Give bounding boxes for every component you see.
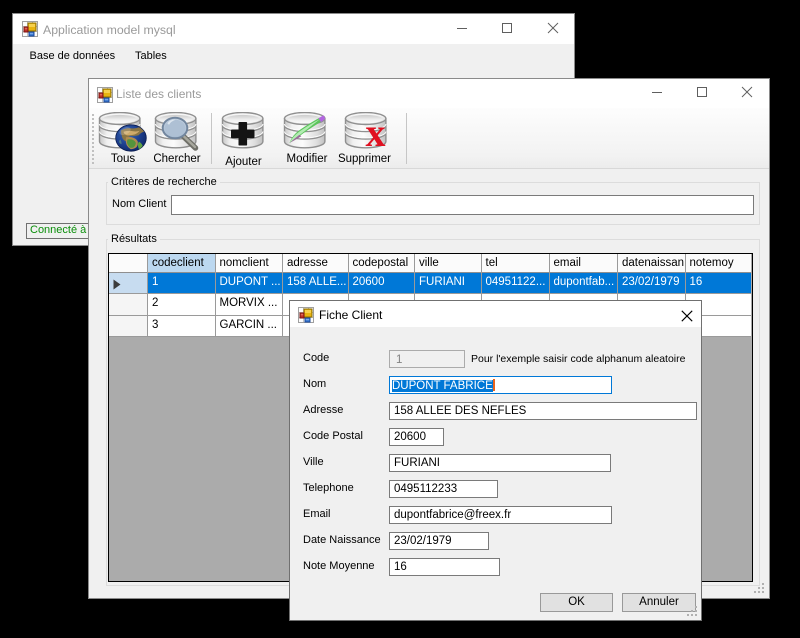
svg-text:x: x: [365, 112, 385, 154]
